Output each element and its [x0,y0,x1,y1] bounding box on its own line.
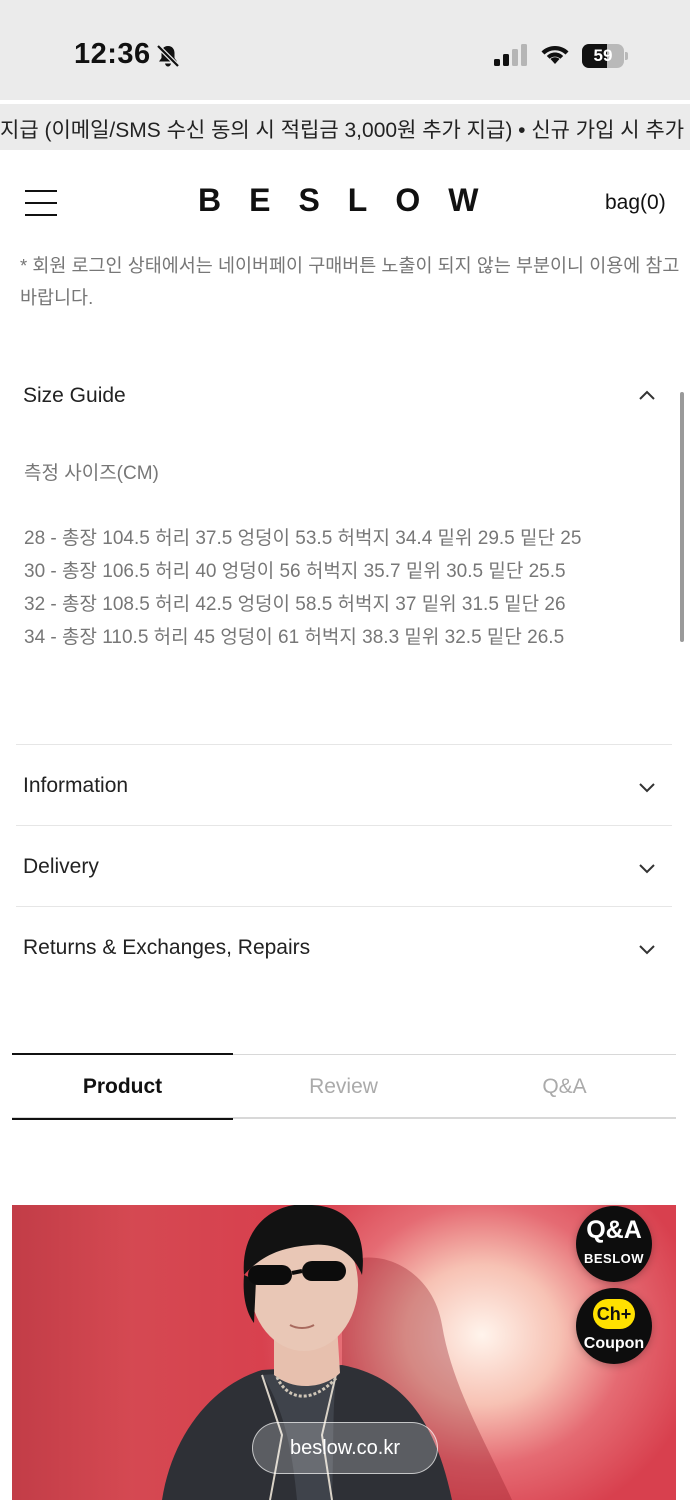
channel-plus-icon: Ch+ [593,1299,635,1329]
chevron-down-icon[interactable] [637,781,657,795]
status-time: 12:36 [74,38,151,70]
active-tab-indicator [12,1118,233,1120]
promo-marquee-text: 지급 (이메일/SMS 수신 동의 시 적립금 3,000원 추가 지급) • … [0,119,685,142]
divider [16,906,672,907]
site-url-pill[interactable]: beslow.co.kr [252,1422,438,1474]
qa-floating-button[interactable]: Q&A BESLOW [576,1206,652,1282]
battery-icon: 59 [582,44,628,68]
cellular-signal-icon [494,44,527,66]
coupon-label: Coupon [583,1335,645,1352]
size-row: 34 - 총장 110.5 허리 45 엉덩이 61 허벅지 38.3 밑위 3… [24,627,565,648]
divider [16,744,672,745]
bell-slash-icon [156,44,180,68]
accordion-returns-exchanges-repairs[interactable]: Returns & Exchanges, Repairs [23,936,310,960]
chevron-down-icon[interactable] [637,943,657,957]
promo-marquee: 지급 (이메일/SMS 수신 동의 시 적립금 3,000원 추가 지급) • … [0,104,690,150]
size-guide-table: 28 - 총장 104.5 허리 37.5 엉덩이 53.5 허벅지 34.4 … [24,522,581,654]
size-guide-subtitle: 측정 사이즈(CM) [24,463,159,484]
wifi-icon [541,46,569,64]
tab-product-label: Product [82,1075,163,1098]
divider [16,825,672,826]
hamburger-menu-icon[interactable] [25,189,57,217]
naverpay-notice: * 회원 로그인 상태에서는 네이버페이 구매버튼 노출이 되지 않는 부분이니… [20,255,680,308]
coupon-floating-button[interactable]: Ch+ Coupon [576,1288,652,1364]
tab-review[interactable]: Review [233,1055,454,1118]
tab-qa[interactable]: Q&A [454,1055,675,1118]
qa-floating-title: Q&A [586,1216,642,1244]
accordion-delivery[interactable]: Delivery [23,855,99,879]
accordion-information[interactable]: Information [23,774,128,798]
brand-logo[interactable]: BESLOW [198,182,498,219]
tab-qa-label: Q&A [542,1075,587,1098]
bag-link[interactable]: bag(0) [605,191,666,215]
qa-floating-brand: BESLOW [583,1251,645,1266]
chevron-down-icon[interactable] [637,862,657,876]
battery-percent: 59 [593,46,613,65]
size-row: 32 - 총장 108.5 허리 42.5 엉덩이 58.5 허벅지 37 밑위… [24,594,566,615]
tab-product[interactable]: Product [12,1053,233,1120]
accordion-size-guide[interactable]: Size Guide [23,384,126,408]
product-tabs: Product Review Q&A [12,1053,676,1120]
size-row: 30 - 총장 106.5 허리 40 엉덩이 56 허벅지 35.7 밑위 3… [24,561,566,582]
tab-review-label: Review [309,1075,378,1098]
page-scrollbar[interactable] [680,392,684,642]
size-row: 28 - 총장 104.5 허리 37.5 엉덩이 53.5 허벅지 34.4 … [24,528,582,549]
chevron-up-icon[interactable] [637,388,657,402]
active-tab-indicator-top [12,1053,233,1055]
